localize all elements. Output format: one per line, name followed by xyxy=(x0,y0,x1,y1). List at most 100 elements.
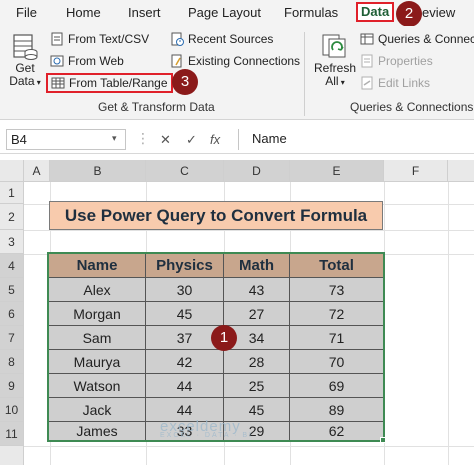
queries-connections-label: Queries & Connect xyxy=(378,32,474,46)
row-header-7[interactable]: 7 xyxy=(0,326,24,350)
table-cell[interactable]: 43 xyxy=(224,278,290,302)
table-cell[interactable]: 44 xyxy=(146,374,224,398)
tab-insert[interactable]: Insert xyxy=(126,3,163,23)
row-header-6[interactable]: 6 xyxy=(0,302,24,326)
table-cell[interactable]: 27 xyxy=(224,302,290,326)
table-cell[interactable]: 73 xyxy=(290,278,383,302)
cancel-icon[interactable]: ✕ xyxy=(160,132,171,148)
edit-links-button[interactable]: Edit Links xyxy=(360,74,430,92)
table-cell[interactable]: 28 xyxy=(224,350,290,374)
table-cell[interactable]: 72 xyxy=(290,302,383,326)
column-header-a[interactable]: A xyxy=(24,160,50,182)
table-header-name[interactable]: Name xyxy=(49,254,146,278)
table-cell[interactable]: 45 xyxy=(146,302,224,326)
from-web-button[interactable]: From Web xyxy=(50,52,124,70)
sheet-title-cell[interactable]: Use Power Query to Convert Formula xyxy=(49,201,383,230)
tab-data[interactable]: Data xyxy=(356,2,395,22)
row-header-5[interactable]: 5 xyxy=(0,278,24,302)
row-header-10[interactable]: 10 xyxy=(0,398,24,422)
table-cell[interactable]: James xyxy=(49,422,146,440)
get-data-button[interactable]: Get Data ▾ xyxy=(8,32,42,89)
tab-review[interactable]: eview xyxy=(420,3,457,23)
from-table-range-button[interactable]: From Table/Range xyxy=(46,73,173,93)
gridline xyxy=(448,182,449,465)
table-cell[interactable]: 70 xyxy=(290,350,383,374)
formula-input[interactable]: Name xyxy=(238,129,474,150)
table-cell[interactable]: 25 xyxy=(224,374,290,398)
row-header-12[interactable] xyxy=(0,446,24,465)
row-header-3[interactable]: 3 xyxy=(0,230,24,254)
database-icon xyxy=(13,34,38,60)
from-web-label: From Web xyxy=(68,54,124,68)
recent-clock-icon xyxy=(170,32,184,46)
table-header-math[interactable]: Math xyxy=(224,254,290,278)
name-box-dropdown-icon[interactable]: ▾ xyxy=(112,133,117,144)
table-cell[interactable]: Jack xyxy=(49,398,146,422)
select-all-corner[interactable] xyxy=(0,160,24,182)
step-badge-3: 3 xyxy=(172,69,198,95)
row-header-11[interactable]: 11 xyxy=(0,422,24,446)
recent-sources-button[interactable]: Recent Sources xyxy=(170,30,273,48)
row-header-1[interactable]: 1 xyxy=(0,182,24,204)
table-cell[interactable]: Watson xyxy=(49,374,146,398)
row-header-4[interactable]: 4 xyxy=(0,254,24,278)
group-label-get-transform: Get & Transform Data xyxy=(98,100,215,114)
refresh-icon xyxy=(322,34,346,58)
column-header-g[interactable] xyxy=(448,160,474,182)
column-header-c[interactable]: C xyxy=(146,160,224,182)
table-cell[interactable]: 69 xyxy=(290,374,383,398)
table-cell[interactable]: Alex xyxy=(49,278,146,302)
tab-file[interactable]: File xyxy=(14,3,39,23)
table-icon xyxy=(51,76,65,90)
text-file-icon xyxy=(50,32,64,46)
column-header-b[interactable]: B xyxy=(50,160,146,182)
refresh-all-button[interactable]: Refresh All ▾ xyxy=(313,32,357,89)
properties-button[interactable]: Properties xyxy=(360,52,433,70)
ribbon-panel: Get Data ▾ From Text/CSV From Web From T… xyxy=(0,26,474,120)
step-badge-1: 1 xyxy=(211,325,237,351)
table-header-total[interactable]: Total xyxy=(290,254,383,278)
column-header-d[interactable]: D xyxy=(224,160,290,182)
table-cell[interactable]: Morgan xyxy=(49,302,146,326)
tab-formulas[interactable]: Formulas xyxy=(282,3,340,23)
properties-icon xyxy=(360,54,374,68)
queries-connections-button[interactable]: Queries & Connect xyxy=(360,30,474,48)
table-header-physics[interactable]: Physics xyxy=(146,254,224,278)
fill-handle[interactable] xyxy=(380,437,386,443)
link-icon xyxy=(360,76,374,90)
from-text-csv-button[interactable]: From Text/CSV xyxy=(50,30,149,48)
tab-page-layout[interactable]: Page Layout xyxy=(186,3,263,23)
row-header-9[interactable]: 9 xyxy=(0,374,24,398)
column-header-e[interactable]: E xyxy=(290,160,384,182)
column-header-f[interactable]: F xyxy=(384,160,448,182)
ribbon-divider xyxy=(304,32,305,116)
watermark-logo: exceldemy EXCEL · DATA · BI xyxy=(160,418,253,439)
row-header-2[interactable]: 2 xyxy=(0,204,24,230)
tab-home[interactable]: Home xyxy=(64,3,103,23)
group-label-queries: Queries & Connections xyxy=(350,100,474,114)
connections-folder-icon xyxy=(170,54,184,68)
insert-function-icon[interactable]: fx xyxy=(210,132,220,147)
from-table-range-label: From Table/Range xyxy=(69,76,168,90)
row-header-8[interactable]: 8 xyxy=(0,350,24,374)
get-data-label-2: Data ▾ xyxy=(9,74,41,88)
table-cell[interactable]: 30 xyxy=(146,278,224,302)
step-badge-2: 2 xyxy=(396,1,422,27)
gridline xyxy=(24,230,474,231)
name-box[interactable]: B4 xyxy=(6,129,126,150)
table-cell[interactable]: 42 xyxy=(146,350,224,374)
table-cell[interactable]: 71 xyxy=(290,326,383,350)
watermark-tagline: EXCEL · DATA · BI xyxy=(160,432,253,439)
edit-links-label: Edit Links xyxy=(378,76,431,90)
table-cell[interactable]: Sam xyxy=(49,326,146,350)
properties-label: Properties xyxy=(378,54,433,68)
web-icon xyxy=(50,54,64,68)
queries-icon xyxy=(360,32,374,46)
existing-connections-button[interactable]: Existing Connections xyxy=(170,52,300,70)
table-cell[interactable]: 62 xyxy=(290,422,383,440)
table-cell[interactable]: Maurya xyxy=(49,350,146,374)
enter-icon[interactable]: ✓ xyxy=(186,132,197,148)
table-cell[interactable]: 89 xyxy=(290,398,383,422)
gridline xyxy=(24,446,474,447)
formula-bar-grip-icon: ⋮ xyxy=(136,130,150,146)
